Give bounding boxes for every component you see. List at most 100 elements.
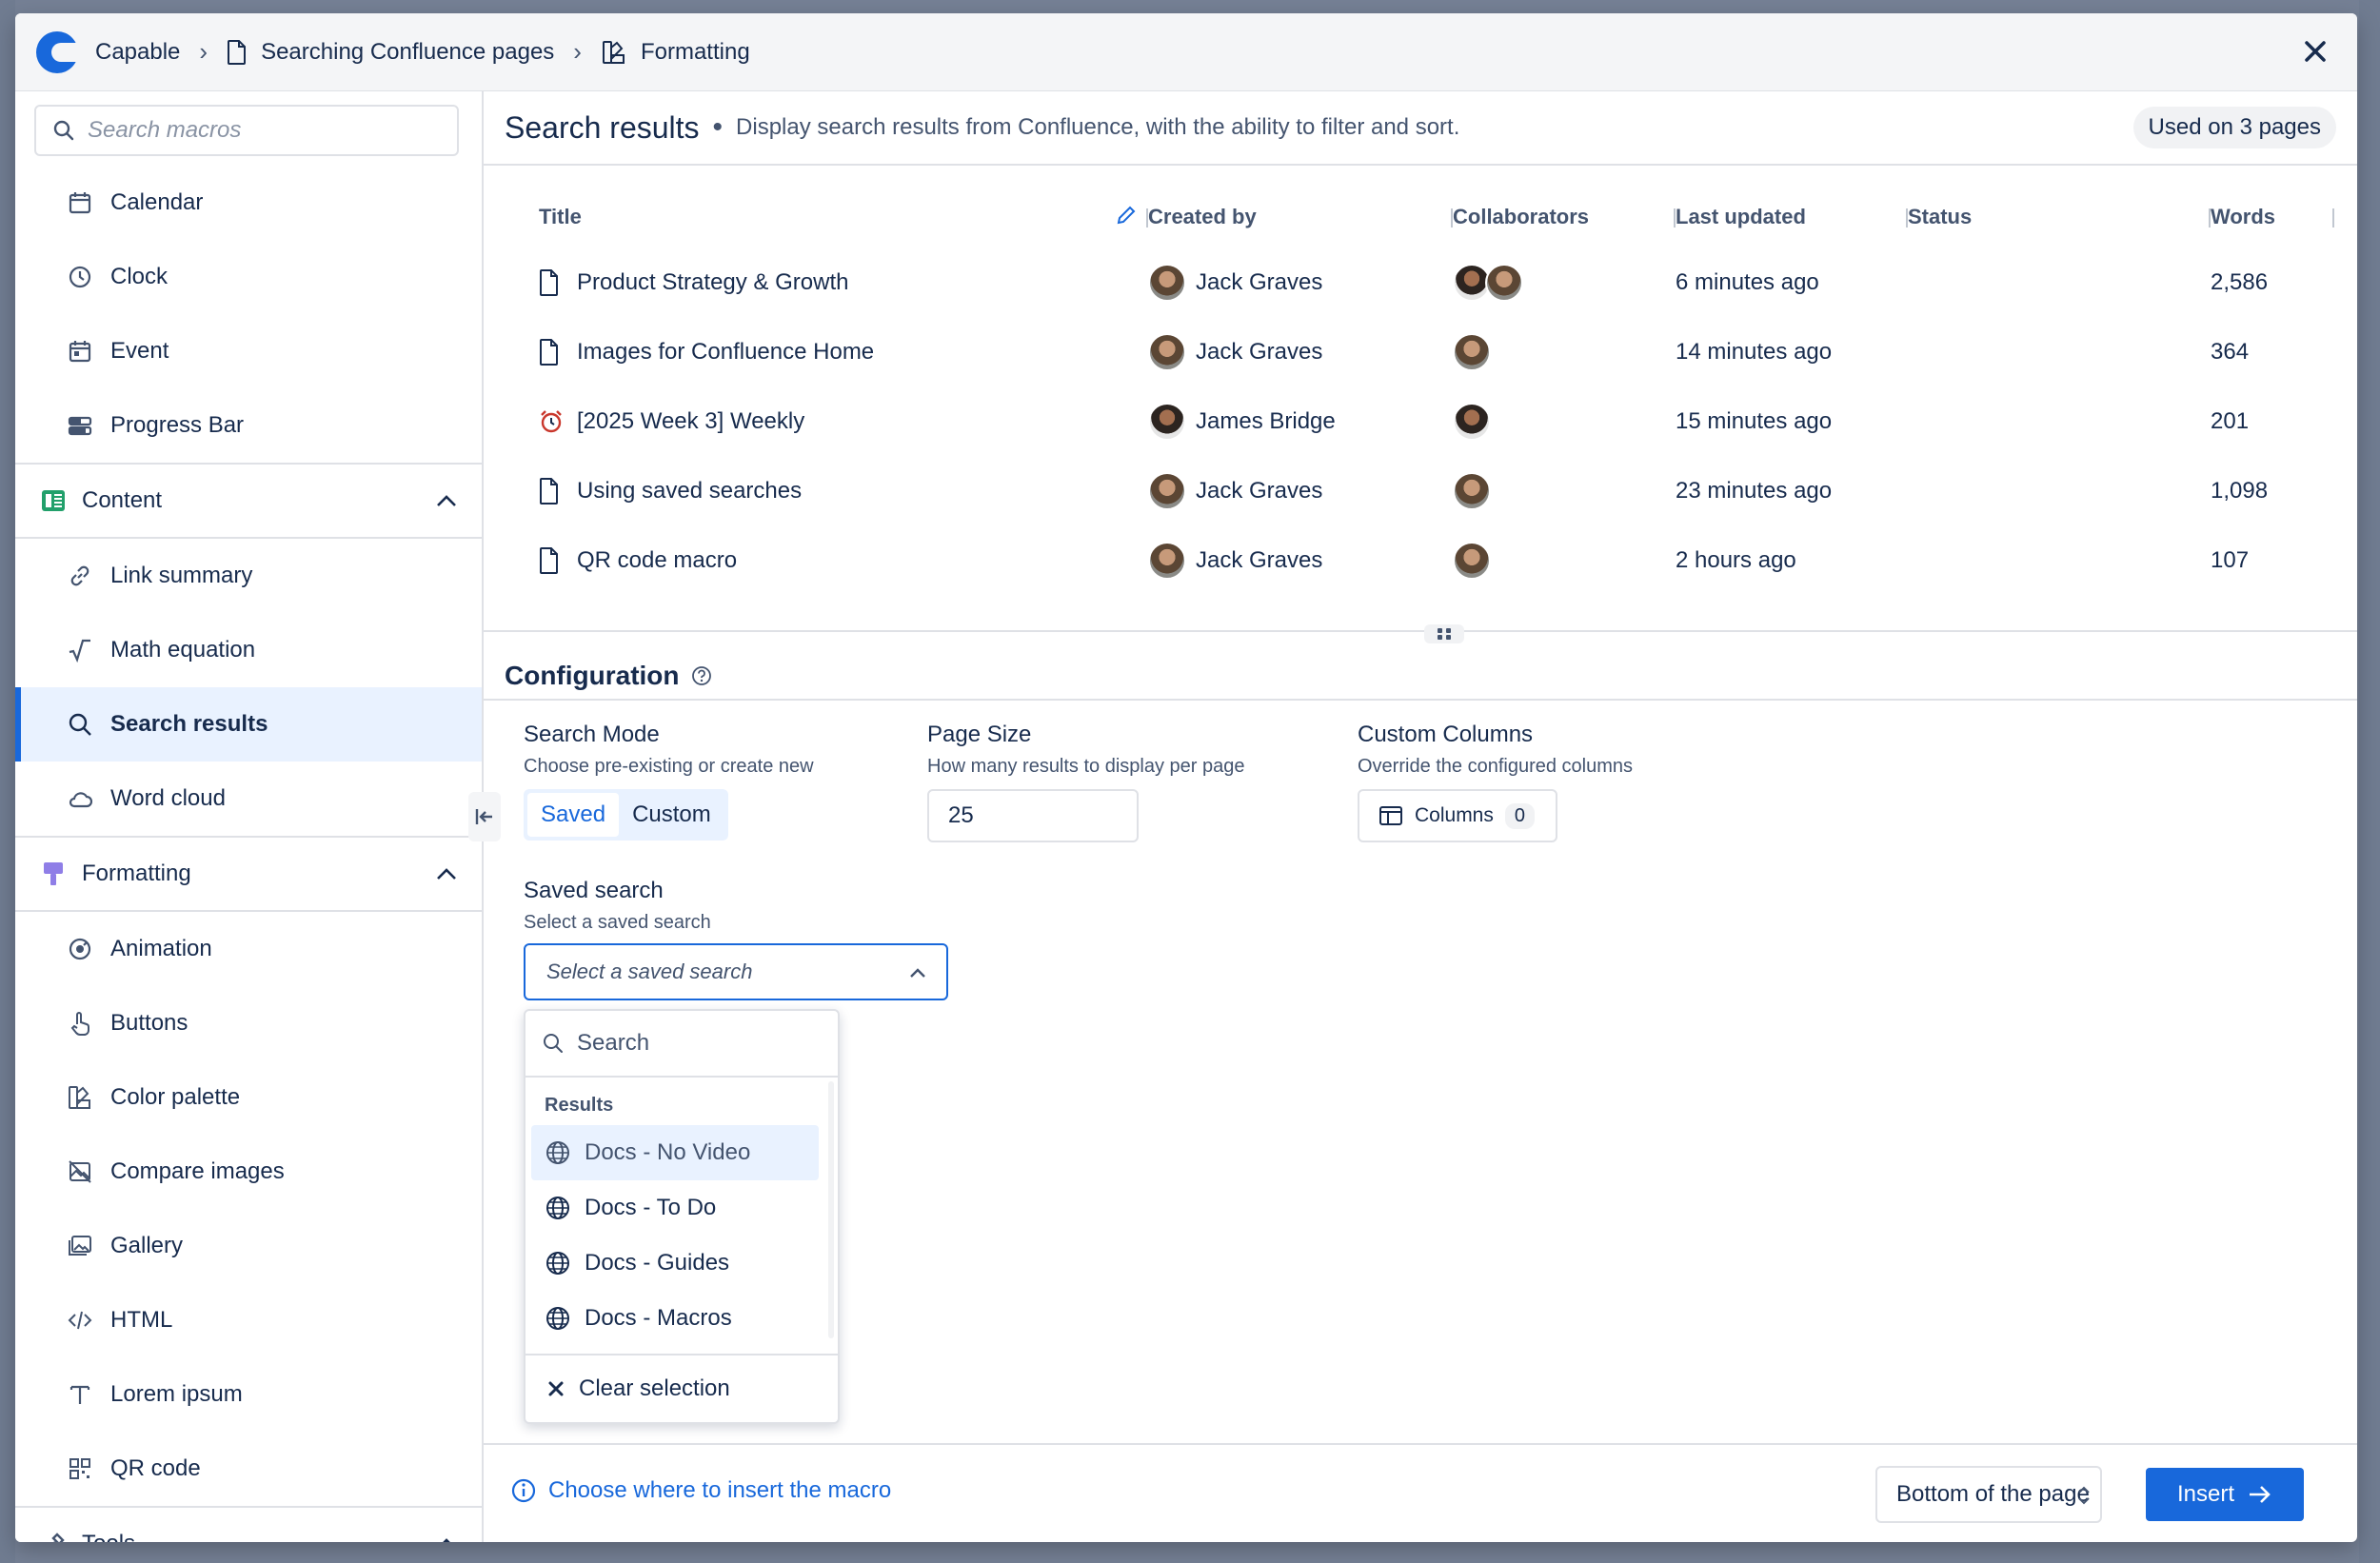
- insert-location-hint[interactable]: Choose where to insert the macro: [510, 1477, 891, 1504]
- row-words-cell: 2,586: [2211, 247, 2334, 317]
- row-author: Jack Graves: [1196, 546, 1323, 573]
- row-status-cell: [1908, 317, 2211, 386]
- row-author-cell: Jack Graves: [1148, 317, 1453, 386]
- row-title[interactable]: [2025 Week 3] Weekly: [577, 408, 804, 435]
- text-icon: [67, 1381, 93, 1408]
- clear-selection-label: Clear selection: [579, 1375, 730, 1401]
- row-words: 364: [2211, 338, 2250, 365]
- sidebar-section-tools[interactable]: Tools: [15, 1506, 482, 1542]
- edit-pencil-icon[interactable]: [1116, 205, 1137, 226]
- dropdown-option[interactable]: Docs - Macros: [531, 1291, 819, 1346]
- insert-location-hint-label: Choose where to insert the macro: [548, 1477, 892, 1503]
- sidebar-item-buttons[interactable]: Buttons: [15, 986, 482, 1060]
- macro-search-input[interactable]: [88, 117, 430, 144]
- row-author: Jack Graves: [1196, 338, 1323, 365]
- row-title[interactable]: Images for Confluence Home: [577, 339, 874, 366]
- table-row[interactable]: Using saved searches Jack Graves 23 minu…: [512, 456, 2340, 525]
- sidebar-item-search-results[interactable]: Search results: [15, 687, 482, 762]
- search-icon: [53, 120, 74, 141]
- search-mode-saved[interactable]: Saved: [527, 793, 620, 837]
- saved-search-field: Saved search Select a saved search Selec…: [524, 878, 948, 1000]
- breadcrumb-app[interactable]: Capable: [95, 39, 180, 66]
- sidebar-item-math-equation[interactable]: Math equation: [15, 613, 482, 687]
- sidebar-item-clock[interactable]: Clock: [15, 240, 482, 314]
- used-on-pages-badge[interactable]: Used on 3 pages: [2132, 107, 2336, 148]
- panel-resize-handle[interactable]: [1424, 624, 1464, 643]
- collapse-sidebar-button[interactable]: [468, 792, 501, 841]
- row-words: 201: [2211, 407, 2250, 434]
- chevron-up-icon: [437, 868, 456, 880]
- row-title[interactable]: Product Strategy & Growth: [577, 269, 848, 296]
- row-updated: 2 hours ago: [1676, 546, 1796, 573]
- dropdown-scrollbar[interactable]: [828, 1081, 834, 1338]
- columns-button[interactable]: Columns 0: [1358, 789, 1557, 842]
- row-updated: 23 minutes ago: [1676, 477, 1833, 504]
- sidebar-item-event[interactable]: Event: [15, 314, 482, 388]
- dropdown-search-input[interactable]: [577, 1030, 815, 1057]
- tools-icon: [51, 1533, 65, 1542]
- row-updated: 6 minutes ago: [1676, 268, 1819, 295]
- sidebar-item-label: Animation: [110, 936, 212, 961]
- help-icon[interactable]: [691, 665, 712, 686]
- row-words: 1,098: [2211, 477, 2269, 504]
- column-header-title[interactable]: Title: [539, 205, 1148, 229]
- sidebar-item-html[interactable]: HTML: [15, 1283, 482, 1357]
- sidebar-item-lorem-ipsum[interactable]: Lorem ipsum: [15, 1357, 482, 1432]
- row-updated: 15 minutes ago: [1676, 407, 1833, 434]
- dropdown-search[interactable]: [526, 1011, 838, 1078]
- sidebar-item-animation[interactable]: Animation: [15, 912, 482, 986]
- table-row[interactable]: [2025 Week 3] Weekly James Bridge 15 min…: [512, 386, 2340, 456]
- qr-code-icon: [67, 1455, 93, 1482]
- table-row[interactable]: QR code macro Jack Graves 2 hours ago 10…: [512, 525, 2340, 595]
- column-header-label: Created by: [1148, 205, 1257, 228]
- breadcrumb-section[interactable]: Formatting: [601, 39, 750, 66]
- row-title[interactable]: Using saved searches: [577, 478, 802, 505]
- column-header-status[interactable]: Status: [1908, 205, 2211, 229]
- sidebar-item-qr-code[interactable]: QR code: [15, 1432, 482, 1506]
- clock-icon: [67, 264, 93, 290]
- dropdown-option[interactable]: Docs - No Video: [531, 1125, 819, 1180]
- sidebar-item-color-palette[interactable]: Color palette: [15, 1060, 482, 1135]
- row-updated: 14 minutes ago: [1676, 338, 1833, 365]
- sidebar-item-link-summary[interactable]: Link summary: [15, 539, 482, 613]
- page-icon: [540, 268, 558, 296]
- column-header-words[interactable]: Words: [2211, 205, 2334, 229]
- sidebar-item-word-cloud[interactable]: Word cloud: [15, 762, 482, 836]
- column-header-created-by[interactable]: Created by: [1148, 205, 1453, 229]
- row-title[interactable]: QR code macro: [577, 547, 737, 574]
- search-mode-custom[interactable]: Custom: [619, 793, 724, 837]
- title-separator-dot: •: [712, 111, 724, 143]
- page-size-input[interactable]: [927, 789, 1139, 842]
- sidebar-item-label: QR code: [110, 1455, 201, 1481]
- sidebar-item-calendar[interactable]: Calendar: [15, 166, 482, 240]
- table-row[interactable]: Images for Confluence Home Jack Graves 1…: [512, 317, 2340, 386]
- breadcrumb-page[interactable]: Searching Confluence pages: [227, 39, 554, 66]
- column-header-last-updated[interactable]: Last updated: [1676, 205, 1908, 229]
- macro-search[interactable]: [34, 105, 459, 156]
- field-help: How many results to display per page: [927, 756, 1245, 777]
- clear-selection-button[interactable]: Clear selection: [526, 1354, 838, 1422]
- dropdown-option[interactable]: Docs - To Do: [531, 1180, 819, 1236]
- dropdown-option[interactable]: Docs - Guides: [531, 1236, 819, 1291]
- insert-position-select[interactable]: Bottom of the page: [1875, 1466, 2102, 1523]
- row-collaborators-cell: [1453, 247, 1676, 317]
- saved-search-select[interactable]: Select a saved search: [524, 943, 948, 1000]
- close-icon: [548, 1381, 564, 1396]
- globe-icon: [546, 1197, 569, 1219]
- table-row[interactable]: Product Strategy & Growth Jack Graves 6 …: [512, 247, 2340, 317]
- compare-images-icon: [67, 1158, 93, 1185]
- sidebar-section-formatting[interactable]: Formatting: [15, 836, 482, 912]
- close-icon[interactable]: [2298, 34, 2332, 69]
- avatar: [1453, 402, 1491, 441]
- results-preview: Title Created by Collaborators Last upda…: [484, 168, 2357, 632]
- sidebar-item-compare-images[interactable]: Compare images: [15, 1135, 482, 1209]
- sidebar-section-content[interactable]: Content: [15, 463, 482, 539]
- sidebar-item-gallery[interactable]: Gallery: [15, 1209, 482, 1283]
- row-author-cell: Jack Graves: [1148, 525, 1453, 595]
- breadcrumb-section-label: Formatting: [640, 38, 750, 65]
- globe-icon: [546, 1307, 569, 1330]
- sidebar-item-progress-bar[interactable]: Progress Bar: [15, 388, 482, 463]
- column-header-collaborators[interactable]: Collaborators: [1453, 205, 1676, 229]
- insert-button[interactable]: Insert: [2146, 1468, 2304, 1521]
- row-title-cell: [2025 Week 3] Weekly: [539, 386, 1148, 456]
